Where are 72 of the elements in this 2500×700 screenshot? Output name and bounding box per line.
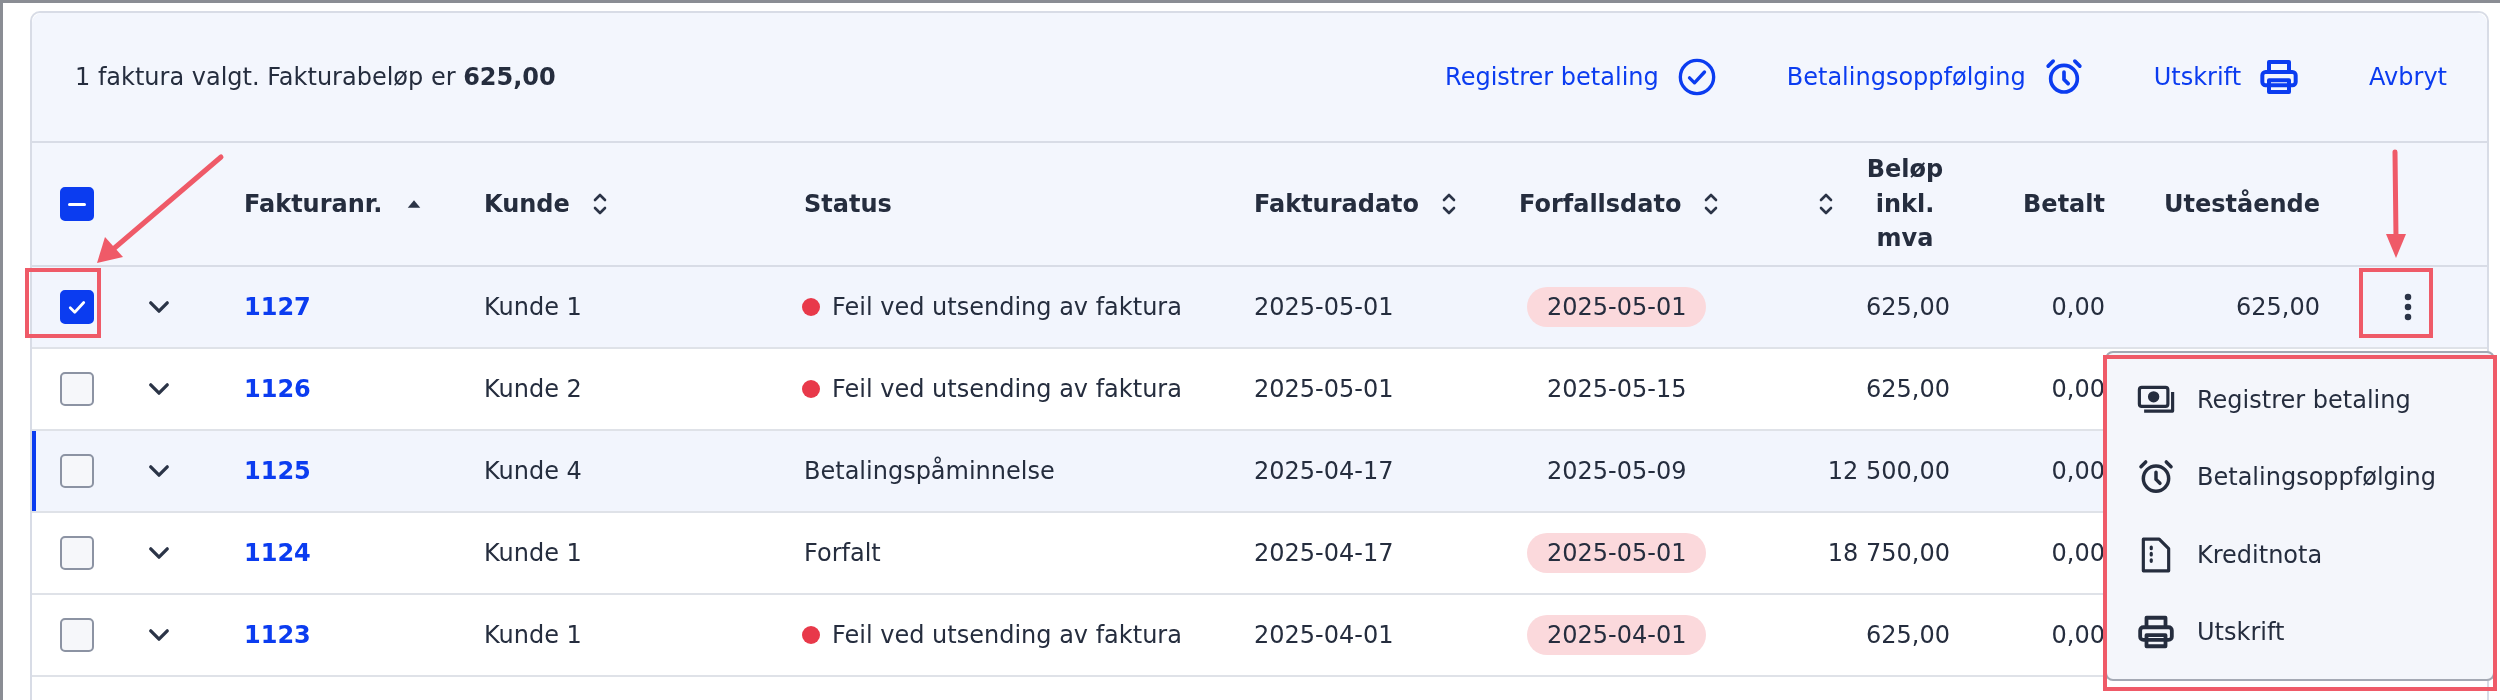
overdue-date-badge: 2025-05-01	[1527, 533, 1707, 573]
invoice-number-link[interactable]: 1125	[244, 457, 311, 485]
customer-cell: Kunde 2	[484, 375, 582, 403]
action-link[interactable]: Betalingsoppfølging	[1786, 57, 2084, 97]
action-link[interactable]: Avbryt	[2369, 57, 2447, 97]
customer-cell: Kunde 1	[484, 539, 582, 567]
customer-cell: Kunde 1	[484, 293, 582, 321]
row-checkbox[interactable]	[60, 290, 94, 324]
invoice-number-link[interactable]: 1127	[244, 293, 311, 321]
paid-cell: 0,00	[2051, 293, 2105, 321]
invoice-number-link[interactable]: 1126	[244, 375, 311, 403]
invoice-date-cell: 2025-05-01	[1254, 293, 1394, 321]
expand-chevron-icon[interactable]	[148, 628, 170, 642]
amount-cell: 18 750,00	[1827, 539, 1950, 567]
customer-cell: Kunde 4	[484, 457, 582, 485]
amount-cell: 625,00	[1866, 621, 1950, 649]
overdue-date-badge: 2025-05-01	[1527, 287, 1707, 327]
invoice-date-cell: 2025-04-17	[1254, 539, 1394, 567]
row-checkbox[interactable]	[60, 454, 94, 488]
check-circle-icon	[1676, 57, 1717, 97]
paid-cell: 0,00	[2051, 375, 2105, 403]
column-header: Forfallsdato	[1519, 190, 1682, 218]
status-cell: Feil ved utsending av faktura	[832, 293, 1182, 321]
more-options-icon[interactable]	[2403, 292, 2412, 322]
status-cell: Feil ved utsending av faktura	[832, 621, 1182, 649]
paid-cell: 0,00	[2051, 457, 2105, 485]
invoice-date-cell: 2025-04-17	[1254, 457, 1394, 485]
amount-cell: 625,00	[1866, 375, 1950, 403]
column-header: Betalt	[2023, 190, 2105, 218]
invoice-date-cell: 2025-05-01	[1254, 375, 1394, 403]
invoice-date-cell: 2025-04-01	[1254, 621, 1394, 649]
expand-chevron-icon[interactable]	[148, 464, 170, 478]
column-header: Fakturanr.	[244, 190, 383, 218]
menu-item[interactable]: Kreditnota	[2107, 535, 2493, 574]
printer-icon	[2259, 57, 2300, 97]
paid-cell: 0,00	[2051, 539, 2105, 567]
customer-cell: Kunde 1	[484, 621, 582, 649]
action-link[interactable]: Utskrift	[2153, 57, 2300, 97]
menu-item[interactable]: Utskrift	[2107, 613, 2493, 652]
select-all-checkbox[interactable]	[60, 187, 94, 221]
sort-icon[interactable]	[1441, 191, 1458, 217]
row-checkbox[interactable]	[60, 618, 94, 652]
column-header: Beløp inkl. mva	[1865, 153, 1945, 255]
amount-cell: 625,00	[1866, 293, 1950, 321]
paid-cell: 0,00	[2051, 621, 2105, 649]
amount-cell: 12 500,00	[1827, 457, 1950, 485]
column-header: Kunde	[484, 190, 570, 218]
row-checkbox[interactable]	[60, 536, 94, 570]
menu-item[interactable]: Registrer betaling	[2107, 380, 2493, 419]
column-header: Utestående	[2164, 190, 2320, 218]
sort-icon[interactable]	[591, 191, 608, 217]
sort-icon[interactable]	[1818, 191, 1834, 217]
invoice-number-link[interactable]: 1124	[244, 539, 311, 567]
alarm-clock-icon	[2043, 57, 2084, 97]
expand-chevron-icon[interactable]	[148, 382, 170, 396]
invoice-number-link[interactable]: 1123	[244, 621, 311, 649]
due-date-cell-text: 2025-05-15	[1546, 374, 1688, 405]
status-cell: Betalingspåminnelse	[804, 457, 1055, 485]
action-link[interactable]: Registrer betaling	[1445, 57, 1717, 97]
outstanding-cell: 625,00	[2236, 293, 2320, 321]
overdue-date-badge: 2025-04-01	[1527, 615, 1707, 655]
column-header: Status	[804, 190, 892, 218]
status-cell: Feil ved utsending av faktura	[832, 375, 1182, 403]
expand-chevron-icon[interactable]	[148, 546, 170, 560]
selection-summary: 1 faktura valgt. Fakturabeløp er 625,00	[75, 63, 556, 91]
menu-item[interactable]: Betalingsoppfølging	[2107, 458, 2493, 497]
sort-icon[interactable]	[1703, 191, 1720, 217]
row-checkbox[interactable]	[60, 372, 94, 406]
expand-chevron-icon[interactable]	[148, 300, 170, 314]
due-date-cell-text: 2025-05-09	[1546, 456, 1688, 487]
status-cell: Forfalt	[804, 539, 881, 567]
column-header: Fakturadato	[1254, 190, 1420, 218]
